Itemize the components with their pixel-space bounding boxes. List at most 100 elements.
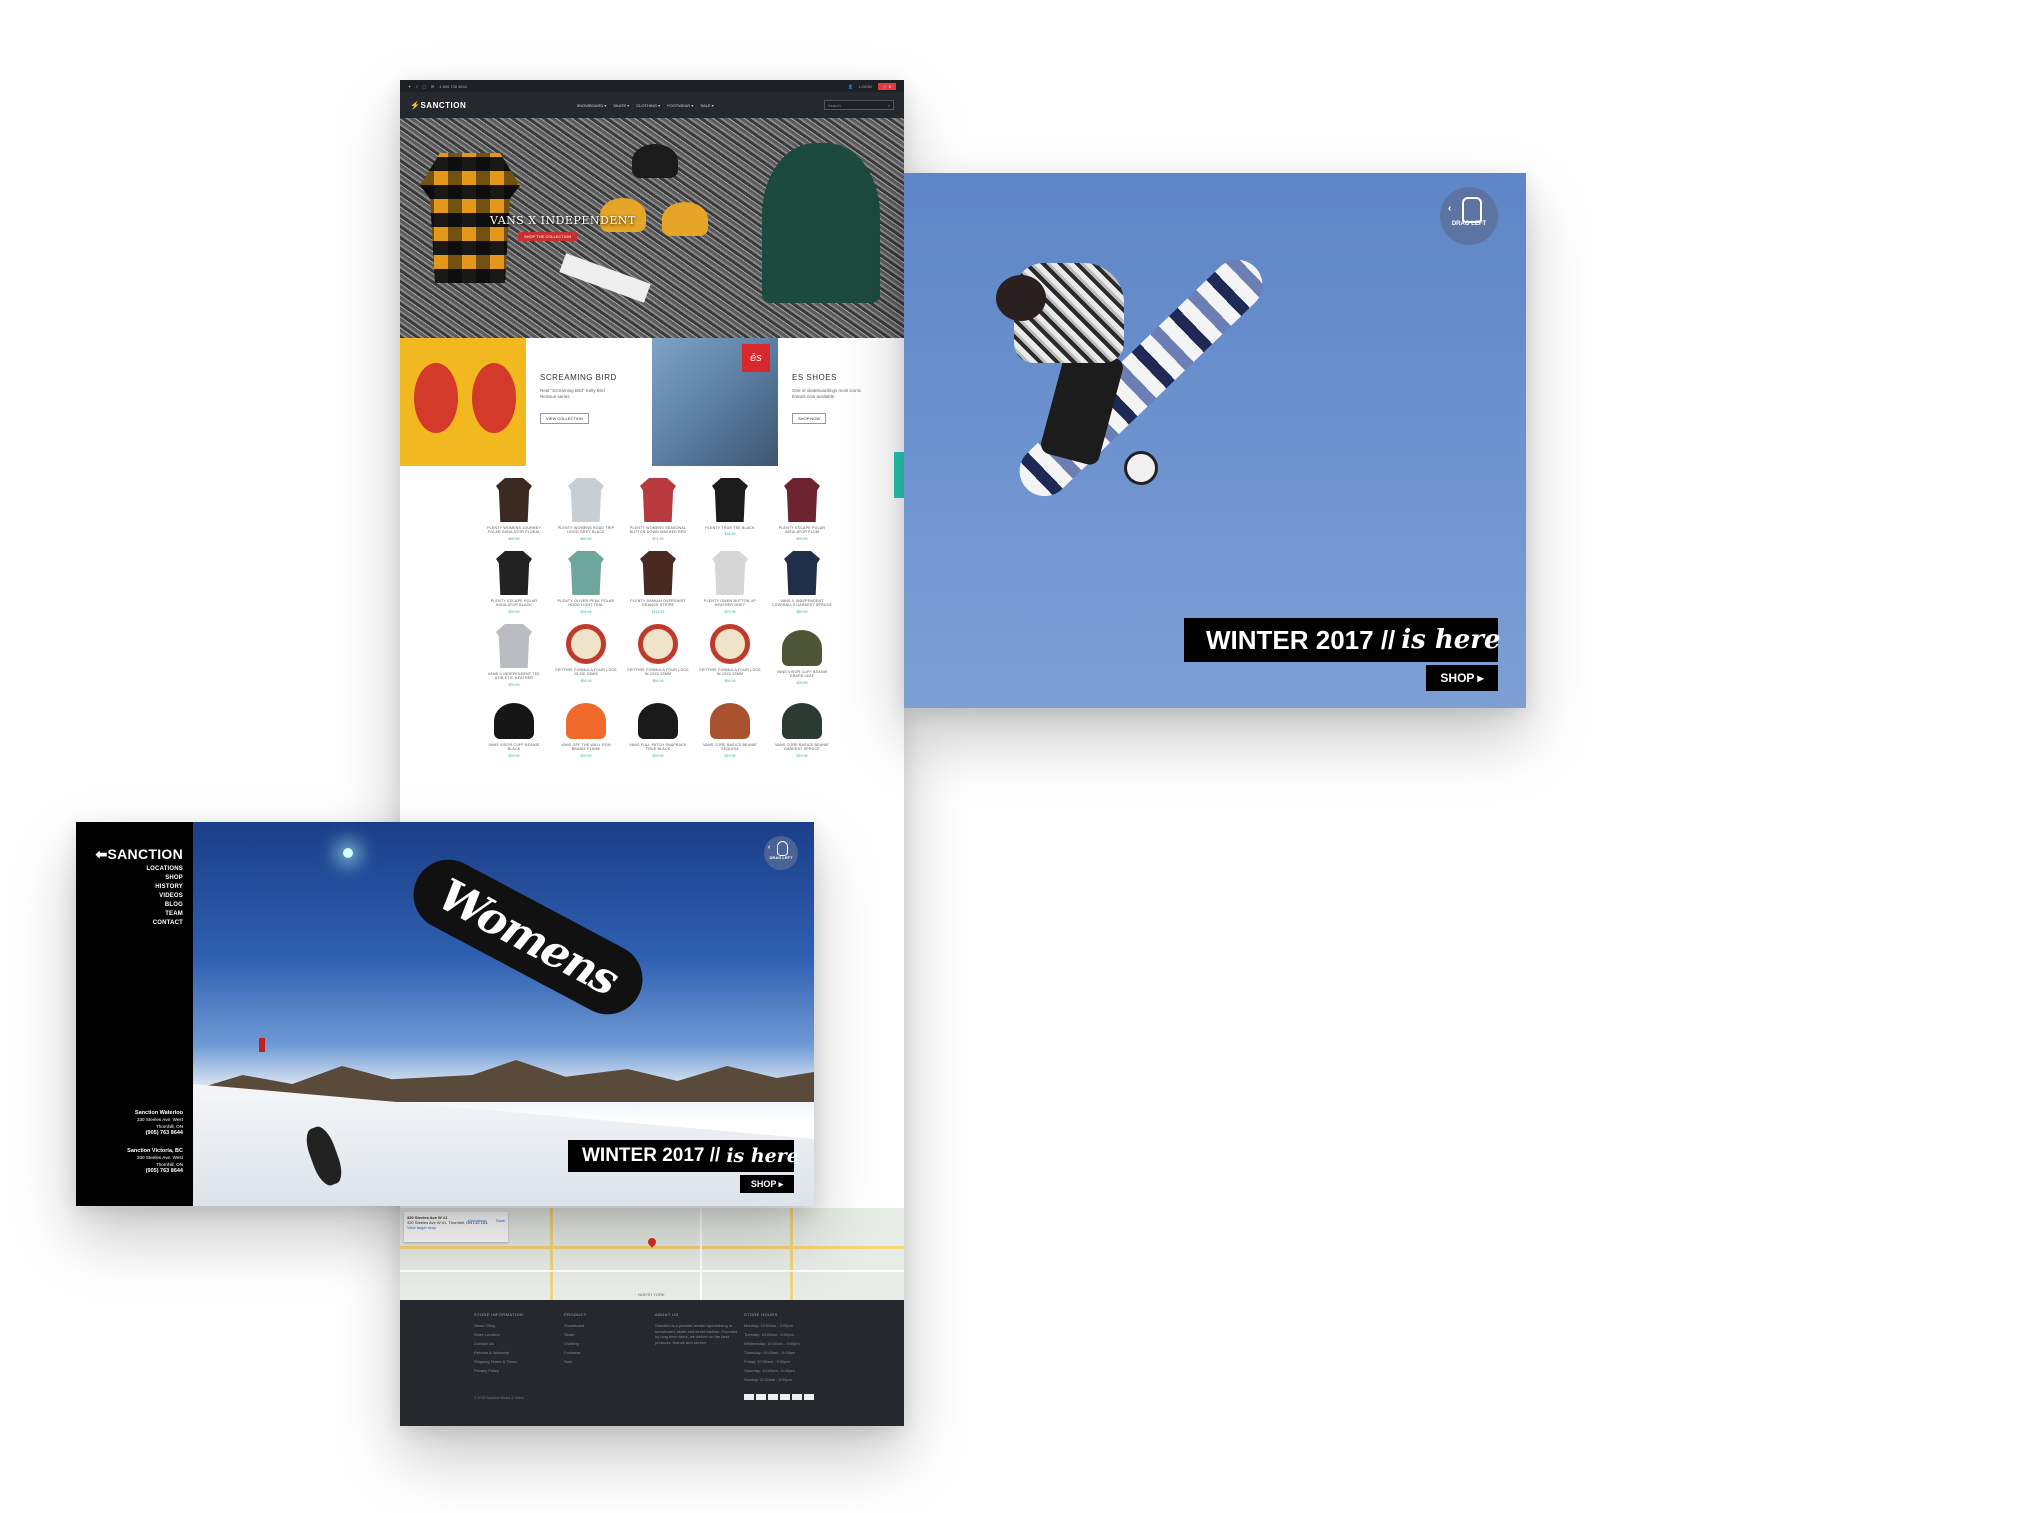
product-image[interactable] xyxy=(712,478,748,522)
search-icon[interactable]: ⌕ xyxy=(888,103,890,108)
twitter-icon[interactable]: ✦ xyxy=(408,84,411,89)
nav-item[interactable]: CLOTHING ▾ xyxy=(636,103,660,108)
sanction-logo[interactable]: ⬅SANCTION xyxy=(95,846,183,863)
product-name[interactable]: PLENTY WOMENS ROAD TRIP HOOD GREY BLACK xyxy=(555,526,617,535)
product-image[interactable] xyxy=(712,550,748,595)
hero-shop-button[interactable]: SHOP THE COLLECTION xyxy=(518,232,577,241)
instagram-icon[interactable]: ◻ xyxy=(422,84,425,89)
product-card[interactable]: PLENTY WOMENS ROAD TRIP HOOD GREY BLACK $… xyxy=(550,478,622,541)
screaming-bird-image[interactable] xyxy=(400,338,526,466)
es-shoes-image[interactable]: ēs xyxy=(652,338,778,466)
footer-link[interactable]: Thursday: 10:00am - 9:00pm xyxy=(744,1350,834,1355)
hero-banner[interactable]: VANS X INDEPENDENT SHOP THE COLLECTION xyxy=(400,118,904,338)
product-image[interactable] xyxy=(568,550,604,595)
side-nav-item[interactable]: BLOG xyxy=(146,902,183,908)
product-name[interactable]: VANS FULL PATCH SNAPBACK TRUE BLACK xyxy=(627,743,689,752)
save-link[interactable]: Save xyxy=(496,1218,505,1223)
footer-link[interactable]: Sunday: 11:00am - 5:00pm xyxy=(744,1377,834,1382)
product-card[interactable]: PLENTY WOMENS JOURNEY POLAR INSULATOR FL… xyxy=(478,478,550,541)
product-card[interactable]: VANS FULL PATCH SNAPBACK TRUE BLACK $29.9… xyxy=(622,697,694,758)
nav-item[interactable]: SKATE ▾ xyxy=(613,103,629,108)
nav-item[interactable]: SNOWBOARD ▾ xyxy=(577,103,607,108)
shop-button[interactable]: SHOP ▸ xyxy=(1426,665,1498,691)
product-name[interactable]: SPITFIRE FORMULA FOUR LOCK IN 101D 53MM xyxy=(699,668,761,677)
product-image[interactable] xyxy=(638,623,678,664)
product-name[interactable]: VANS OFF THE WALL POM BEANIE FLAME xyxy=(555,743,617,752)
product-image[interactable] xyxy=(784,478,820,522)
product-card[interactable]: VANS VISOR CUFF BEANIE BLACK $29.99 xyxy=(478,697,550,758)
side-nav-item[interactable]: TEAM xyxy=(146,911,183,917)
product-image[interactable] xyxy=(568,478,604,522)
product-name[interactable]: VANS VISOR CUFF BEANIE GRAPE LEAF xyxy=(771,670,833,679)
side-nav-item[interactable]: VIDEOS xyxy=(146,893,183,899)
user-icon[interactable]: 👤 xyxy=(848,84,853,89)
product-name[interactable]: VANS VISOR CUFF BEANIE BLACK xyxy=(483,743,545,752)
footer-link[interactable]: Friday: 10:00am - 9:00pm xyxy=(744,1359,834,1364)
shop-now-button[interactable]: SHOP NOW xyxy=(792,412,827,424)
drag-left-hint[interactable]: ‹ DRAG LEFT xyxy=(764,836,798,870)
footer-link[interactable]: Tuesday: 10:00am - 9:00pm xyxy=(744,1332,834,1337)
email-icon[interactable]: ✉ xyxy=(431,84,434,89)
product-image[interactable] xyxy=(638,702,678,739)
shop-button[interactable]: SHOP ▸ xyxy=(740,1175,794,1193)
footer-link[interactable]: Sale xyxy=(564,1359,644,1364)
directions-link[interactable]: Directions xyxy=(468,1218,486,1223)
drag-left-hint[interactable]: ‹ DRAG LEFT xyxy=(1440,187,1498,245)
product-card[interactable]: PLENTY DAMIAN OVERSHIRT ORANGE STRIPE $11… xyxy=(622,550,694,614)
footer-link[interactable]: Footwear xyxy=(564,1350,644,1355)
search-input[interactable]: Search ⌕ xyxy=(824,100,894,110)
product-card[interactable]: VANS VISOR CUFF BEANIE GRAPE LEAF $29.99 xyxy=(766,624,838,687)
footer-link[interactable]: Wednesday: 10:00am - 9:00pm xyxy=(744,1341,834,1346)
product-name[interactable]: PLENTY TRUE TEE BLACK xyxy=(699,526,761,530)
store-map[interactable]: 330 Steeles Ave W #1 330 Steeles Ave W #… xyxy=(400,1208,904,1300)
footer-link[interactable]: News / Blog xyxy=(474,1323,554,1328)
product-name[interactable]: SPITFIRE FORMULA FOUR LOCK IN 101D 53MM xyxy=(627,668,689,677)
product-image[interactable] xyxy=(640,478,676,522)
footer-link[interactable]: Privacy Policy xyxy=(474,1368,554,1373)
facebook-icon[interactable]: f xyxy=(416,84,417,89)
product-card[interactable]: VANS CORE BASICS BEANIE DARKEST SPRUCE $1… xyxy=(766,697,838,758)
product-image[interactable] xyxy=(496,478,532,522)
side-nav-item[interactable]: LOCATIONS xyxy=(146,866,183,872)
footer-link[interactable]: Snowboard xyxy=(564,1323,644,1328)
product-name[interactable]: PLENTY ESCAPE POLAR INSULATOR PLUM xyxy=(771,526,833,535)
product-card[interactable]: PLENTY WOMENS SEASONAL BUTTON DOWN WASHE… xyxy=(622,478,694,541)
product-name[interactable]: VANS CORE BASICS BEANIE SEQUOIA xyxy=(699,743,761,752)
view-larger-map-link[interactable]: View larger map xyxy=(407,1225,505,1230)
product-card[interactable]: PLENTY ESCAPE POLAR INSULATOR PLUM $99.99 xyxy=(766,478,838,541)
product-image[interactable] xyxy=(566,702,606,739)
product-image[interactable] xyxy=(494,702,534,739)
product-name[interactable]: PLENTY OLIVER PEAK POLAR HOOD LIGHT TEAL xyxy=(555,599,617,608)
product-image[interactable] xyxy=(640,550,676,595)
product-card[interactable]: VANS X INDEPENDENT COVERALLS DARKEST SPR… xyxy=(766,550,838,614)
view-collection-button[interactable]: VIEW COLLECTION xyxy=(540,412,589,424)
product-card[interactable]: SPITFIRE FORMULA FOUR LOCK IN 8ID 53MM $5… xyxy=(550,623,622,687)
cart-button[interactable]: 🛒 0 xyxy=(877,82,896,90)
footer-link[interactable]: Returns & Warranty xyxy=(474,1350,554,1355)
product-name[interactable]: VANS X INDEPENDENT COVERALLS DARKEST SPR… xyxy=(771,599,833,608)
product-image[interactable] xyxy=(496,623,532,668)
footer-link[interactable]: Clothing xyxy=(564,1341,644,1346)
product-image[interactable] xyxy=(566,623,606,664)
product-image[interactable] xyxy=(496,550,532,595)
product-name[interactable]: VANS CORE BASICS BEANIE DARKEST SPRUCE xyxy=(771,743,833,752)
product-image[interactable] xyxy=(710,702,750,739)
footer-link[interactable]: Contact Us xyxy=(474,1341,554,1346)
product-image[interactable] xyxy=(782,629,822,666)
product-name[interactable]: SPITFIRE FORMULA FOUR LOCK IN 8ID 53MM xyxy=(555,668,617,677)
rewards-side-tab[interactable] xyxy=(894,452,904,498)
product-name[interactable]: PLENTY WOMENS SEASONAL BUTTON DOWN WASHE… xyxy=(627,526,689,535)
side-nav-item[interactable]: SHOP xyxy=(146,875,183,881)
nav-item[interactable]: FOOTWEAR ▾ xyxy=(667,103,693,108)
product-card[interactable]: VANS X INDEPENDENT TEE ATHLETIC HEATHER $… xyxy=(478,623,550,687)
product-image[interactable] xyxy=(710,623,750,664)
footer-link[interactable]: Saturday: 10:00am - 6:00pm xyxy=(744,1368,834,1373)
product-card[interactable]: PLENTY OLIVER PEAK POLAR HOOD LIGHT TEAL… xyxy=(550,550,622,614)
side-nav-item[interactable]: CONTACT xyxy=(146,920,183,926)
product-image[interactable] xyxy=(784,550,820,595)
footer-link[interactable]: Skate xyxy=(564,1332,644,1337)
product-card[interactable]: PLENTY TRUE TEE BLACK $34.99 xyxy=(694,478,766,541)
product-image[interactable] xyxy=(782,702,822,739)
product-card[interactable]: PLENTY OWEN BUTTON UP HEATHER GREY $79.99 xyxy=(694,550,766,614)
product-card[interactable]: SPITFIRE FORMULA FOUR LOCK IN 101D 53MM $… xyxy=(694,623,766,687)
